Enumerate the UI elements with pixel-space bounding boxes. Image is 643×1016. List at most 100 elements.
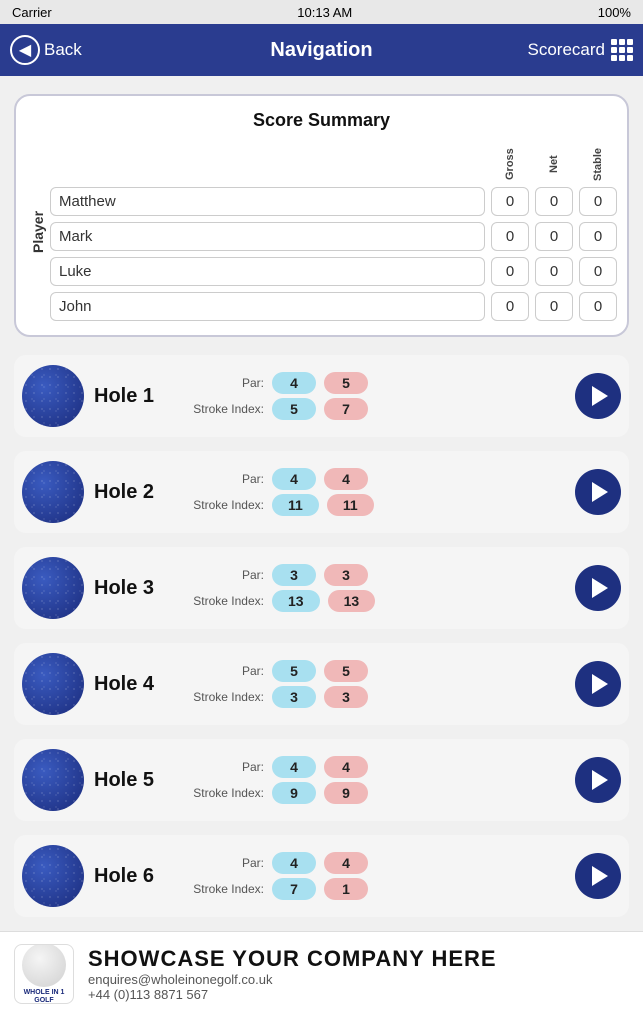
net-value: 0 [535,257,573,286]
net-header: Net [535,143,573,185]
par-pink-value: 5 [324,372,368,394]
player-rows: 0 0 0 0 0 0 0 0 0 0 0 0 [50,187,617,321]
stable-value: 0 [579,187,617,216]
nav-bar: ◀ Back Navigation Scorecard [0,24,643,76]
si-row: Stroke Index: 5 7 [184,398,565,420]
hole-title: Hole 5 [94,769,174,792]
hole-ball-icon [22,365,84,427]
golf-ball-logo-icon [22,944,66,987]
stable-header: Stable [579,143,617,185]
hole-details: Par: 4 4 Stroke Index: 9 9 [184,756,565,804]
player-row: 0 0 0 [50,257,617,286]
par-row: Par: 3 3 [184,564,565,586]
par-blue-value: 5 [272,660,316,682]
hole-play-button[interactable] [575,661,621,707]
gross-value: 0 [491,187,529,216]
player-row: 0 0 0 [50,187,617,216]
nav-title: Navigation [270,39,372,62]
footer-text-block: SHOWCASE YOUR COMPANY HERE enquires@whol… [88,946,629,1002]
scorecard-button[interactable]: Scorecard [528,39,633,61]
si-pink-value: 3 [324,686,368,708]
status-bar: Carrier 10:13 AM 100% [0,0,643,24]
player-name-input[interactable] [50,257,485,286]
battery-label: 100% [598,5,631,20]
hole-play-button[interactable] [575,565,621,611]
gross-value: 0 [491,257,529,286]
stable-value: 0 [579,292,617,321]
time-label: 10:13 AM [297,5,352,20]
si-row: Stroke Index: 9 9 [184,782,565,804]
par-pink-value: 4 [324,756,368,778]
par-blue-value: 3 [272,564,316,586]
back-button[interactable]: ◀ Back [10,35,82,65]
net-value: 0 [535,292,573,321]
player-name-input[interactable] [50,222,485,251]
score-summary-title: Score Summary [26,110,617,131]
si-label: Stroke Index: [184,690,264,704]
hole-ball-icon [22,749,84,811]
net-value: 0 [535,187,573,216]
score-summary-card: Score Summary Player Gross Net Stable 0 … [14,94,629,337]
hole-play-button[interactable] [575,853,621,899]
hole-row: Hole 5 Par: 4 4 Stroke Index: 9 9 [14,739,629,821]
play-triangle-icon [592,482,608,502]
si-pink-value: 1 [324,878,368,900]
par-pink-value: 4 [324,852,368,874]
hole-row: Hole 3 Par: 3 3 Stroke Index: 13 13 [14,547,629,629]
hole-play-button[interactable] [575,757,621,803]
par-label: Par: [184,664,264,678]
play-triangle-icon [592,578,608,598]
gross-header: Gross [491,143,529,185]
stable-value: 0 [579,257,617,286]
footer-main-text: SHOWCASE YOUR COMPANY HERE [88,946,629,972]
hole-details: Par: 4 4 Stroke Index: 11 11 [184,468,565,516]
par-blue-value: 4 [272,372,316,394]
player-name-input[interactable] [50,187,485,216]
si-row: Stroke Index: 3 3 [184,686,565,708]
hole-title: Hole 4 [94,673,174,696]
si-pink-value: 11 [327,494,374,516]
par-blue-value: 4 [272,756,316,778]
hole-ball-icon [22,461,84,523]
hole-details: Par: 4 5 Stroke Index: 5 7 [184,372,565,420]
hole-play-button[interactable] [575,373,621,419]
par-pink-value: 3 [324,564,368,586]
si-pink-value: 9 [324,782,368,804]
play-triangle-icon [592,386,608,406]
hole-details: Par: 3 3 Stroke Index: 13 13 [184,564,565,612]
si-pink-value: 13 [328,590,376,612]
par-pink-value: 5 [324,660,368,682]
stable-value: 0 [579,222,617,251]
si-blue-value: 9 [272,782,316,804]
si-label: Stroke Index: [184,402,264,416]
si-label: Stroke Index: [184,498,264,512]
hole-play-button[interactable] [575,469,621,515]
player-name-input[interactable] [50,292,485,321]
si-blue-value: 11 [272,494,319,516]
hole-details: Par: 5 5 Stroke Index: 3 3 [184,660,565,708]
player-row: 0 0 0 [50,222,617,251]
hole-ball-icon [22,653,84,715]
hole-ball-icon [22,845,84,907]
back-label: Back [44,40,82,60]
si-blue-value: 13 [272,590,320,612]
hole-row: Hole 1 Par: 4 5 Stroke Index: 5 7 [14,355,629,437]
footer-email: enquires@wholeinonegolf.co.uk [88,972,629,987]
si-label: Stroke Index: [184,882,264,896]
play-triangle-icon [592,770,608,790]
hole-details: Par: 4 4 Stroke Index: 7 1 [184,852,565,900]
footer-logo-label: WHOLE IN 1GOLF [24,989,65,1004]
back-arrow-icon: ◀ [10,35,40,65]
footer-logo: WHOLE IN 1GOLF [14,944,74,1004]
play-triangle-icon [592,866,608,886]
footer-phone: +44 (0)113 8871 567 [88,987,629,1002]
hole-title: Hole 3 [94,577,174,600]
gross-value: 0 [491,292,529,321]
si-row: Stroke Index: 7 1 [184,878,565,900]
par-row: Par: 4 4 [184,756,565,778]
si-row: Stroke Index: 11 11 [184,494,565,516]
par-label: Par: [184,568,264,582]
par-blue-value: 4 [272,852,316,874]
si-blue-value: 5 [272,398,316,420]
column-headers: Gross Net Stable [50,143,617,185]
